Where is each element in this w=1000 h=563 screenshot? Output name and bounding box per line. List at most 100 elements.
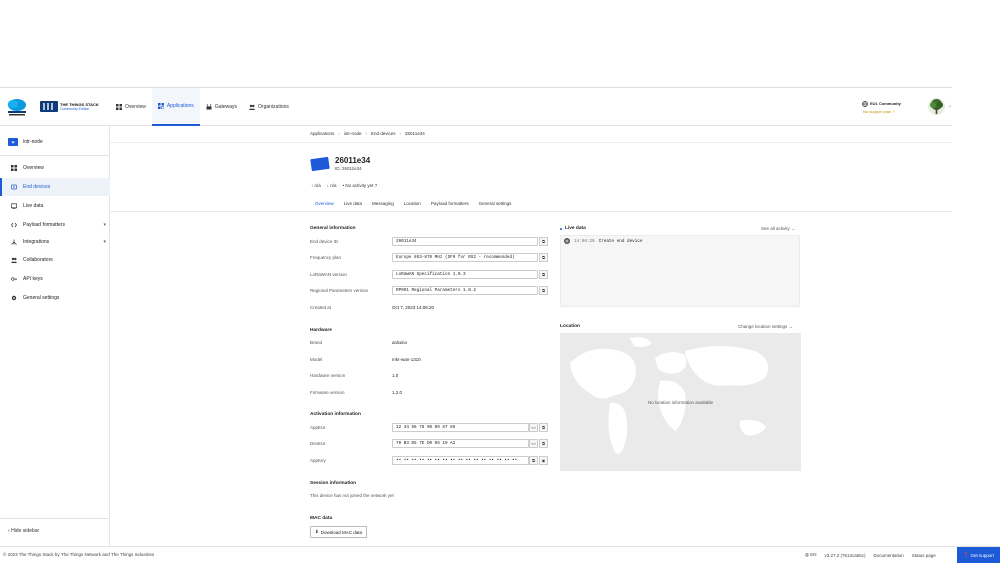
things-stack-logo[interactable]: THE THINGS STACK Community Edition	[40, 101, 99, 112]
tenant-info[interactable]: EU1 Community No support plan ?	[862, 100, 901, 116]
tab-live-data[interactable]: Live data	[339, 198, 367, 212]
status-page-link[interactable]: Status page	[912, 553, 936, 558]
tab-messaging[interactable]: Messaging	[367, 198, 399, 212]
eye-icon[interactable]: ◉	[539, 456, 548, 465]
application-icon: ▣	[8, 138, 18, 146]
breadcrumb-end-devices[interactable]: End devices	[371, 131, 396, 136]
sidebar-item-label: Integrations	[23, 239, 50, 245]
tab-general-settings[interactable]: General settings	[474, 198, 517, 212]
device-icon	[11, 184, 17, 190]
gear-icon	[11, 295, 17, 301]
hardware-version-label: Hardware version	[310, 373, 346, 378]
byte-order-icon[interactable]: <>	[529, 423, 538, 432]
brand-value: arduino	[392, 340, 408, 345]
breadcrumb-app[interactable]: iotr-node	[344, 131, 362, 136]
see-all-activity-link[interactable]: See all activity →	[761, 226, 796, 231]
live-dot-icon	[560, 227, 562, 230]
sidebar-item-payload-formatters[interactable]: Payload formatters ▾	[0, 216, 110, 234]
copy-icon[interactable]: ⧉	[539, 423, 548, 432]
copy-icon[interactable]: ⧉	[539, 439, 548, 448]
sidebar-app-header[interactable]: ▣ iotr-node	[8, 138, 43, 146]
location-map[interactable]: No location information available	[560, 333, 801, 471]
copy-icon[interactable]: ⧉	[539, 270, 548, 279]
copyright-text: © 2023 The Things Stack by The Things Ne…	[3, 552, 155, 557]
sidebar-item-label: Live data	[23, 203, 44, 209]
appeui-label: AppEUI	[310, 425, 326, 430]
user-menu-chevron-icon[interactable]: ›	[949, 104, 951, 110]
live-data-title-text: Live data	[565, 226, 586, 231]
uplink-count: n/a	[314, 183, 321, 188]
appeui-field[interactable]: 12 34 56 78 90 09 87 65	[392, 423, 529, 432]
breadcrumb-device: 26011e34	[405, 131, 425, 136]
deveui-field[interactable]: 70 B3 D5 7E D0 06 19 A2	[392, 439, 529, 448]
user-avatar[interactable]	[928, 98, 945, 115]
chevron-right-icon: ›	[338, 131, 340, 136]
sidebar-item-integrations[interactable]: Integrations ▾	[0, 233, 110, 251]
download-mac-data-button[interactable]: ⬇ Download MAC data	[310, 526, 368, 538]
sidebar-item-end-devices[interactable]: End devices	[0, 178, 110, 196]
hide-sidebar-button[interactable]: ‹ Hide sidebar	[8, 528, 39, 534]
chevron-down-icon[interactable]: ▾	[103, 239, 106, 245]
appkey-field[interactable]: •• •• •• •• •• •• •• •• •• •• •• •• •• •…	[392, 456, 529, 465]
change-location-link[interactable]: Change location settings →	[738, 324, 793, 329]
sidebar-item-collaborators[interactable]: Collaborators	[0, 251, 110, 269]
language-selector[interactable]: ◍ EN	[805, 552, 816, 558]
sidebar-item-general-settings[interactable]: General settings	[0, 289, 110, 307]
sidebar-item-api-keys[interactable]: API keys	[0, 270, 110, 288]
live-data-panel	[560, 235, 800, 307]
sidebar-item-label: General settings	[23, 295, 60, 301]
main-nav: Overview Applications Gateways Organizat…	[110, 88, 295, 126]
location-title: Location	[560, 324, 580, 329]
copy-icon[interactable]: ⧉	[529, 456, 538, 465]
tab-location[interactable]: Location	[399, 198, 426, 212]
lorawan-version-field[interactable]: LoRaWAN Specification 1.0.3	[392, 270, 538, 279]
get-support-button[interactable]: ❓ Get support	[957, 547, 1000, 563]
overview-icon	[11, 165, 17, 171]
things-network-logo[interactable]	[6, 97, 28, 117]
uplink-stat: ↑ n/a	[311, 183, 321, 188]
nav-gateways[interactable]: Gateways	[200, 88, 243, 126]
chevron-down-icon[interactable]: ▾	[103, 222, 106, 228]
live-event-row[interactable]: 14:06:20 Create end device	[564, 238, 642, 244]
tenant-name: EU1 Community	[870, 101, 901, 106]
sidebar-bottom-divider	[0, 518, 110, 519]
sidebar-item-label: End devices	[23, 184, 51, 190]
sidebar-item-live-data[interactable]: Live data	[0, 197, 110, 215]
breadcrumb: Applications › iotr-node › End devices ›…	[310, 131, 425, 136]
documentation-link[interactable]: Documentation	[874, 553, 904, 558]
chevron-left-icon: ‹	[8, 528, 10, 534]
nav-applications[interactable]: Applications	[151, 88, 200, 126]
footer: © 2023 The Things Stack by The Things Ne…	[0, 546, 1000, 563]
model-value: mkr-wan-1310	[392, 357, 421, 362]
chevron-right-icon: ›	[365, 131, 368, 136]
help-icon[interactable]: ?	[375, 183, 378, 188]
copy-icon[interactable]: ⧉	[539, 237, 548, 246]
nav-overview[interactable]: Overview	[110, 88, 152, 126]
breadcrumb-divider	[110, 142, 952, 143]
nav-overview-label: Overview	[125, 104, 146, 110]
breadcrumb-applications[interactable]: Applications	[310, 131, 334, 136]
sidebar-item-overview[interactable]: Overview	[0, 159, 110, 177]
tab-overview[interactable]: Overview	[310, 198, 339, 212]
brand-label: Brand	[310, 340, 323, 345]
download-icon: ⬇	[315, 529, 319, 534]
end-device-id-field[interactable]: 26011e34	[392, 237, 538, 246]
nav-applications-label: Applications	[166, 103, 194, 109]
downlink-stat: ↓ n/a	[327, 183, 337, 188]
copy-icon[interactable]: ⧉	[539, 286, 548, 295]
tab-payload-formatters[interactable]: Payload formatters	[426, 198, 474, 212]
activity-text: No activity yet	[345, 183, 374, 188]
gateway-icon	[206, 104, 212, 110]
live-data-title: Live data	[560, 226, 586, 231]
event-time: 14:06:20	[574, 238, 595, 244]
created-at-label: Created at	[310, 305, 332, 310]
nav-organizations[interactable]: Organizations	[243, 88, 295, 126]
regional-params-label: Regional Parameters version	[310, 288, 369, 293]
copy-icon[interactable]: ⧉	[539, 253, 548, 262]
byte-order-icon[interactable]: <>	[529, 439, 538, 448]
end-device-id-label: End device ID	[310, 239, 339, 244]
frequency-plan-field[interactable]: Europe 863-870 MHz (SF9 for RX2 - recomm…	[392, 253, 538, 262]
regional-params-field[interactable]: RP001 Regional Parameters 1.0.2	[392, 286, 538, 295]
code-icon	[11, 222, 17, 228]
plus-circle-icon	[564, 238, 570, 244]
